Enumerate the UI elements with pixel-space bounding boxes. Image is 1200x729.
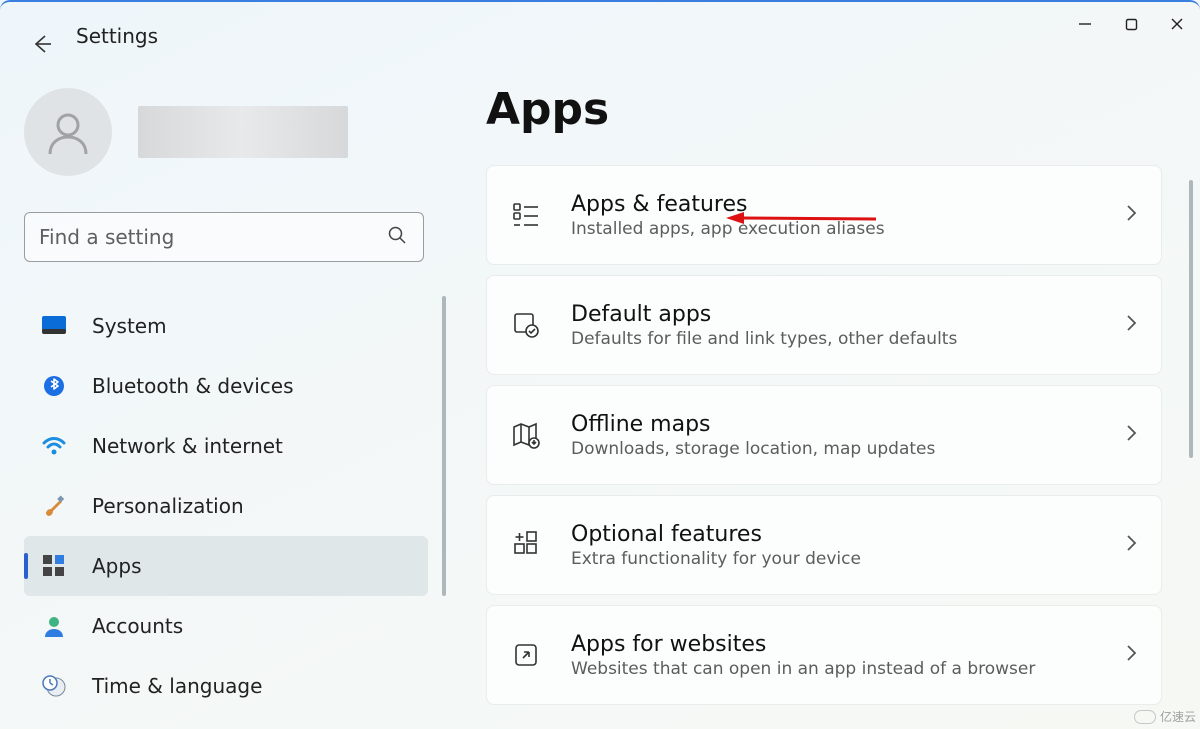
card-default-apps[interactable]: Default apps Defaults for file and link … [486,275,1162,375]
watermark: 亿速云 [1134,708,1196,725]
window-controls [1062,4,1200,44]
chevron-right-icon [1125,314,1137,336]
sidebar: System Bluetooth & devices Network & int… [24,88,426,716]
sidebar-item-network[interactable]: Network & internet [24,416,428,476]
card-title: Apps & features [571,192,1137,217]
card-title: Offline maps [571,412,1137,437]
sidebar-item-label: Personalization [92,494,244,518]
page-title: Apps [486,84,1180,135]
main-content: Apps Apps & features Installed apps, app… [486,84,1180,715]
watermark-text: 亿速云 [1160,708,1196,725]
search-box[interactable] [24,212,424,262]
sidebar-item-label: Bluetooth & devices [92,374,294,398]
card-title: Default apps [571,302,1137,327]
sidebar-item-bluetooth[interactable]: Bluetooth & devices [24,356,428,416]
user-profile[interactable] [24,88,426,176]
offline-maps-icon [511,420,541,450]
sidebar-item-apps[interactable]: Apps [24,536,428,596]
sidebar-item-accounts[interactable]: Accounts [24,596,428,656]
sidebar-scrollbar[interactable] [442,296,446,596]
avatar [24,88,112,176]
card-title: Apps for websites [571,632,1137,657]
card-apps-and-features[interactable]: Apps & features Installed apps, app exec… [486,165,1162,265]
accounts-icon [42,614,66,638]
maximize-button[interactable] [1108,4,1154,44]
clock-globe-icon [42,674,66,698]
card-apps-for-websites[interactable]: Apps for websites Websites that can open… [486,605,1162,705]
bluetooth-icon [42,374,66,398]
wifi-icon [42,434,66,458]
card-optional-features[interactable]: Optional features Extra functionality fo… [486,495,1162,595]
default-apps-icon [511,310,541,340]
sidebar-item-label: Network & internet [92,434,283,458]
nav-list: System Bluetooth & devices Network & int… [24,296,428,716]
paintbrush-icon [42,494,66,518]
optional-features-icon [511,530,541,560]
sidebar-item-label: Time & language [92,674,262,698]
app-title: Settings [76,24,158,48]
card-title: Optional features [571,522,1137,547]
apps-for-websites-icon [511,640,541,670]
chevron-right-icon [1125,424,1137,446]
card-offline-maps[interactable]: Offline maps Downloads, storage location… [486,385,1162,485]
card-subtitle: Defaults for file and link types, other … [571,329,1137,349]
sidebar-item-label: Accounts [92,614,183,638]
sidebar-item-label: Apps [92,554,142,578]
system-icon [42,314,66,338]
close-button[interactable] [1154,4,1200,44]
user-name-placeholder [138,106,348,158]
sidebar-item-label: System [92,314,167,338]
card-subtitle: Extra functionality for your device [571,549,1137,569]
sidebar-item-time-language[interactable]: Time & language [24,656,428,716]
card-subtitle: Installed apps, app execution aliases [571,219,1137,239]
minimize-button[interactable] [1062,4,1108,44]
card-subtitle: Downloads, storage location, map updates [571,439,1137,459]
sidebar-item-personalization[interactable]: Personalization [24,476,428,536]
sidebar-item-system[interactable]: System [24,296,428,356]
card-subtitle: Websites that can open in an app instead… [571,659,1137,679]
apps-features-icon [511,200,541,230]
chevron-right-icon [1125,204,1137,226]
chevron-right-icon [1125,644,1137,666]
watermark-icon [1134,710,1156,724]
chevron-right-icon [1125,534,1137,556]
apps-icon [42,554,66,578]
search-icon [387,225,407,249]
search-input[interactable] [39,225,409,249]
back-button[interactable] [24,26,60,62]
main-scrollbar[interactable] [1189,180,1193,458]
